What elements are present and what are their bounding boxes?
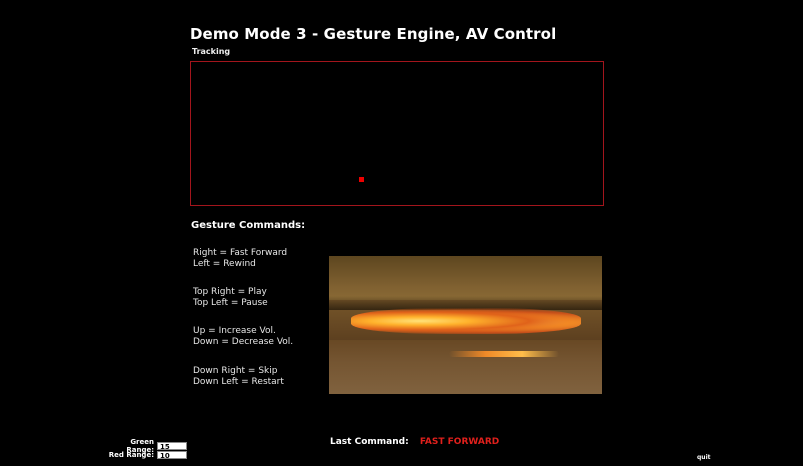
red-range-row: Red Range: 10: [104, 451, 187, 460]
command-line: Down = Decrease Vol.: [193, 337, 294, 347]
command-line: Up = Increase Vol.: [193, 326, 276, 336]
command-line: Down Left = Restart: [193, 377, 284, 387]
video-ground: [329, 340, 602, 394]
tracking-area: [190, 61, 604, 206]
command-line: Top Left = Pause: [193, 298, 268, 308]
command-line: Down Right = Skip: [193, 366, 278, 376]
page-title: Demo Mode 3 - Gesture Engine, AV Control: [190, 25, 557, 43]
red-range-input[interactable]: 10: [157, 451, 187, 460]
quit-link[interactable]: quit: [697, 454, 711, 461]
tracking-label: Tracking: [192, 47, 231, 56]
command-group-ff-rewind: Right = Fast Forward Left = Rewind: [193, 248, 287, 270]
command-line: Left = Rewind: [193, 259, 256, 269]
red-range-label: Red Range:: [108, 451, 154, 459]
command-line: Top Right = Play: [193, 287, 267, 297]
tracking-point: [359, 177, 364, 182]
video-player[interactable]: [329, 256, 602, 394]
video-sky: [329, 256, 602, 300]
command-group-volume: Up = Increase Vol. Down = Decrease Vol.: [193, 326, 293, 348]
video-fire: [351, 308, 581, 334]
last-command-label: Last Command:: [330, 437, 409, 447]
last-command-value: FAST FORWARD: [419, 437, 500, 447]
green-range-input[interactable]: 15: [157, 442, 187, 451]
command-line: Right = Fast Forward: [193, 248, 288, 258]
command-group-skip-restart: Down Right = Skip Down Left = Restart: [193, 366, 284, 388]
last-command-status: Last Command: FAST FORWARD: [330, 437, 499, 447]
command-group-play-pause: Top Right = Play Top Left = Pause: [193, 287, 268, 309]
gesture-commands-title: Gesture Commands:: [191, 220, 306, 231]
video-fire-secondary: [449, 351, 559, 357]
